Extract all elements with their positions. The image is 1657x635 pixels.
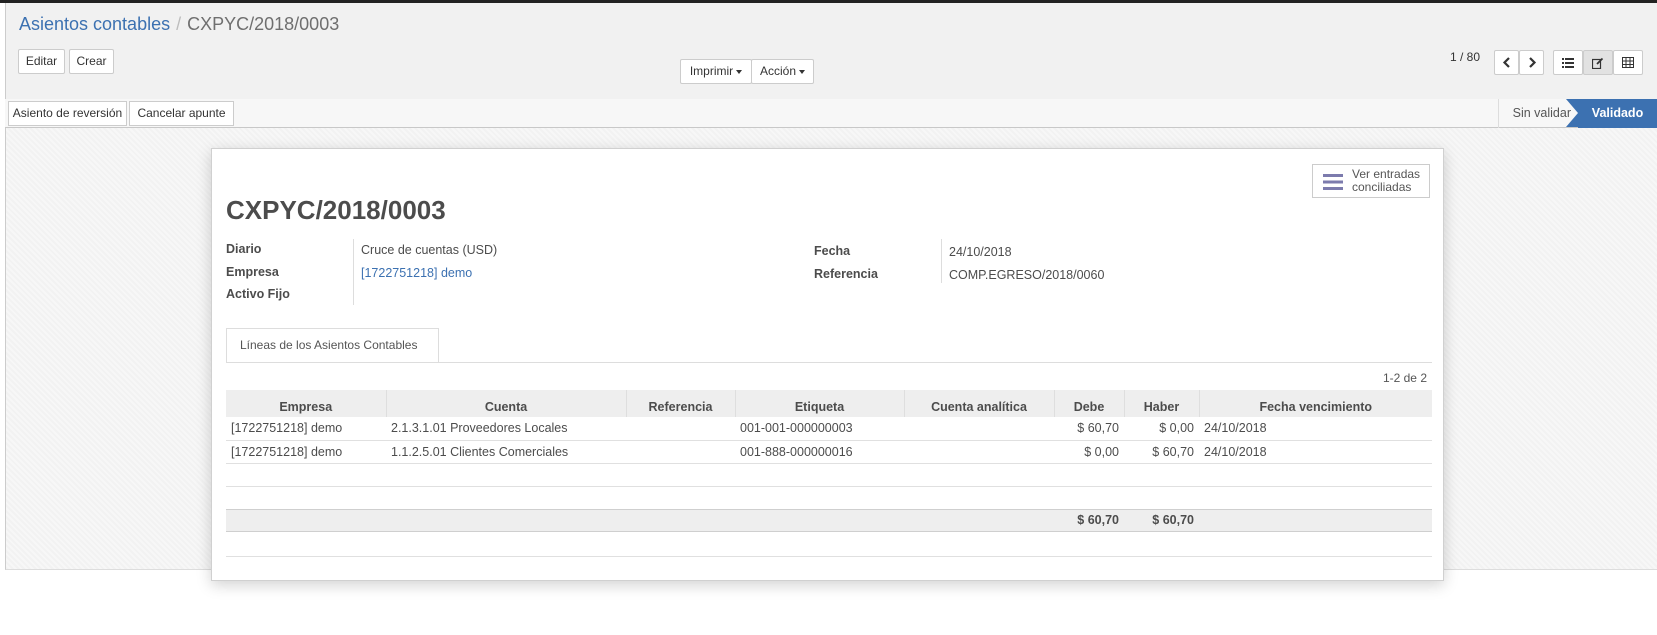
tab-journal-lines[interactable]: Líneas de los Asientos Contables (226, 328, 439, 363)
control-panel: Asientos contables / CXPYC/2018/0003 Edita… (5, 3, 1657, 105)
field-separator (941, 239, 942, 283)
empty-row (226, 486, 1432, 509)
table-cell: [1722751218] demo (226, 440, 386, 464)
table-cell: $ 0,00 (1054, 440, 1124, 464)
column-header[interactable]: Etiqueta (734, 390, 904, 417)
stage-arrow (1566, 99, 1578, 127)
journal-lines-table: Empresa Cuenta Referencia Etiqueta Cuent… (226, 390, 1432, 557)
reconciled-entries-label: Ver entradas conciliadas (1352, 168, 1420, 194)
table-cell: 001-001-000000003 (735, 417, 904, 441)
field-label-referencia: Referencia (814, 267, 878, 281)
column-header[interactable]: Cuenta (385, 390, 626, 417)
totals-row: $ 60,70 $ 60,70 (226, 508, 1432, 532)
field-value-empresa[interactable]: [1722751218] demo (361, 266, 472, 280)
form-view-icon (1592, 57, 1604, 69)
total-haber: $ 60,70 (1124, 508, 1199, 532)
form-view-button[interactable] (1583, 50, 1613, 75)
form-sheet: Ver entradas conciliadas CXPYC/2018/0003… (211, 148, 1444, 581)
pager-previous-button[interactable] (1494, 50, 1519, 75)
empty-row (226, 531, 1432, 557)
column-header[interactable]: Empresa (226, 390, 386, 417)
column-header[interactable]: Referencia (625, 390, 735, 417)
column-header[interactable]: Cuenta analítica (903, 390, 1054, 417)
page-title: CXPYC/2018/0003 (226, 195, 446, 225)
print-dropdown-button[interactable]: Imprimir (680, 59, 752, 84)
pager-next-button[interactable] (1519, 50, 1544, 75)
table-row[interactable]: [1722751218] demo 2.1.3.1.01 Proveedores… (226, 417, 1432, 441)
cancel-entry-button[interactable]: Cancelar apunte (129, 101, 234, 126)
column-header[interactable]: Haber (1123, 390, 1199, 417)
list-view-button[interactable] (1553, 50, 1583, 75)
field-value-fecha[interactable]: 24/10/2018 (949, 245, 1012, 259)
reconciled-entries-line2: conciliadas (1352, 180, 1412, 194)
table-cell (904, 440, 1054, 464)
total-debe: $ 60,70 (1054, 508, 1124, 532)
caret-down-icon (799, 69, 806, 74)
totals-spacer (226, 508, 1054, 532)
list-view-icon (1562, 58, 1574, 68)
table-cell: 001-888-000000016 (735, 440, 904, 464)
field-label-diario: Diario (226, 242, 262, 256)
field-separator (353, 239, 354, 305)
tab-underline (226, 362, 1432, 363)
totals-spacer (1199, 508, 1432, 532)
field-label-empresa: Empresa (226, 265, 279, 279)
table-cell: $ 60,70 (1124, 440, 1199, 464)
caret-down-icon (736, 69, 743, 74)
table-row[interactable]: [1722751218] demo 1.1.2.5.01 Clientes Co… (226, 440, 1432, 464)
create-button[interactable]: Crear (69, 49, 114, 74)
table-cell (904, 417, 1054, 441)
pager-value[interactable]: 1 / 80 (1450, 50, 1480, 64)
field-label-activo-fijo: Activo Fijo (226, 287, 290, 301)
table-cell: 24/10/2018 (1199, 440, 1432, 464)
table-cell (626, 440, 735, 464)
column-header[interactable]: Debe (1053, 390, 1124, 417)
list-icon (1323, 174, 1343, 190)
action-label: Acción (759, 64, 797, 78)
table-cell: 24/10/2018 (1199, 417, 1432, 441)
list-pager[interactable]: 1-2 de 2 (1383, 371, 1427, 385)
field-label-fecha: Fecha (814, 244, 851, 258)
breadcrumb: Asientos contables / CXPYC/2018/0003 (19, 14, 339, 35)
table-header-row: Empresa Cuenta Referencia Etiqueta Cuent… (226, 390, 1432, 417)
field-value-diario[interactable]: Cruce de cuentas (USD) (361, 243, 497, 257)
pivot-view-button[interactable] (1613, 50, 1643, 75)
table-cell: 1.1.2.5.01 Clientes Comerciales (386, 440, 626, 464)
reconciled-entries-button[interactable]: Ver entradas conciliadas (1312, 164, 1430, 198)
breadcrumb-parent-link[interactable]: Asientos contables (19, 14, 170, 34)
action-dropdown-button[interactable]: Acción (751, 59, 814, 84)
table-cell: [1722751218] demo (226, 417, 386, 441)
pivot-view-icon (1622, 57, 1634, 68)
chevron-right-icon (1528, 57, 1536, 68)
print-label: Imprimir (689, 64, 734, 78)
table-cell (626, 417, 735, 441)
empty-row (226, 463, 1432, 487)
chevron-left-icon (1502, 57, 1510, 68)
breadcrumb-separator: / (176, 14, 182, 34)
column-header[interactable]: Fecha vencimiento (1198, 390, 1432, 417)
table-cell: $ 0,00 (1124, 417, 1199, 441)
field-value-referencia[interactable]: COMP.EGRESO/2018/0060 (949, 268, 1104, 282)
stage-validado[interactable]: Validado (1578, 99, 1657, 128)
reverse-entry-button[interactable]: Asiento de reversión (8, 101, 127, 126)
table-cell: $ 60,70 (1054, 417, 1124, 441)
breadcrumb-current: CXPYC/2018/0003 (187, 14, 340, 34)
edit-button[interactable]: Editar (18, 49, 65, 74)
table-cell: 2.1.3.1.01 Proveedores Locales (386, 417, 626, 441)
statusbar: Asiento de reversión Cancelar apunte Sin… (5, 99, 1657, 128)
